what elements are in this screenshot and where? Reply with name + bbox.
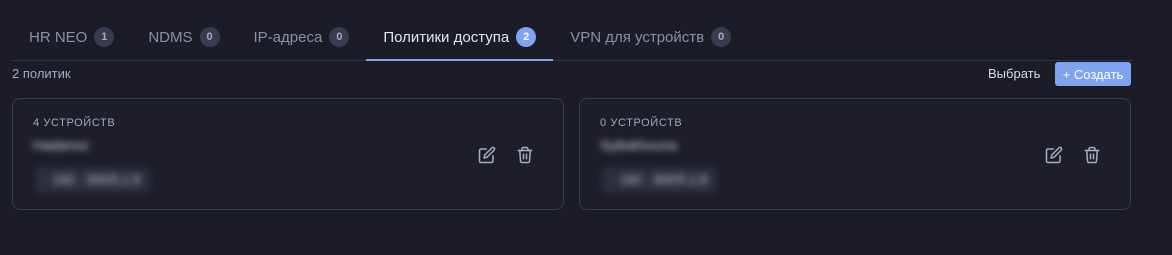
- tab-bar: HR NEO 1 NDMS 0 IP-адреса 0 Политики дос…: [12, 14, 1132, 61]
- tab-label: Политики доступа: [383, 28, 510, 46]
- tab-ndms[interactable]: NDMS 0: [131, 14, 236, 60]
- tab-ip-addresses[interactable]: IP-адреса 0: [237, 14, 367, 60]
- card-actions: [1042, 143, 1104, 167]
- tab-count-badge: 1: [94, 27, 115, 47]
- card-actions: [475, 143, 537, 167]
- edit-icon[interactable]: [475, 143, 499, 167]
- device-count: 0 УСТРОЙСТВ: [600, 117, 683, 129]
- tab-label: VPN для устройств: [570, 28, 705, 46]
- tab-access-policies[interactable]: Политики доступа 2: [366, 14, 554, 61]
- tab-hr-neo[interactable]: HR NEO 1: [12, 14, 131, 60]
- tab-label: IP-адреса: [253, 28, 323, 46]
- policy-card[interactable]: 4 УСТРОЙСТВ Hadanoz · 192 · 300/5.1.8: [12, 98, 564, 210]
- tab-label: NDMS: [148, 28, 193, 46]
- edit-icon[interactable]: [1042, 143, 1066, 167]
- tab-count-badge: 2: [516, 27, 537, 47]
- create-button[interactable]: + Создать: [1055, 62, 1131, 86]
- ip-range-chip: · 192 · 300/5.1.8: [602, 167, 718, 193]
- policy-name: Syltokhouna: [600, 137, 678, 153]
- policy-count-text: 2 политик: [12, 66, 71, 81]
- trash-icon[interactable]: [1080, 143, 1104, 167]
- policies-page: HR NEO 1 NDMS 0 IP-адреса 0 Политики дос…: [0, 0, 1172, 255]
- tab-device-vpn[interactable]: VPN для устройств 0: [553, 14, 748, 60]
- policy-name: Hadanoz: [33, 137, 90, 153]
- select-button[interactable]: Выбрать: [978, 62, 1050, 86]
- tab-count-badge: 0: [711, 27, 732, 47]
- policy-card[interactable]: 0 УСТРОЙСТВ Syltokhouna · 192 · 300/5.1.…: [579, 98, 1131, 210]
- tab-count-badge: 0: [329, 27, 350, 47]
- ip-range-chip: · 192 · 300/5.1.8: [35, 167, 151, 193]
- trash-icon[interactable]: [513, 143, 537, 167]
- tab-count-badge: 0: [199, 27, 220, 47]
- tab-label: HR NEO: [29, 28, 88, 46]
- device-count: 4 УСТРОЙСТВ: [33, 117, 116, 129]
